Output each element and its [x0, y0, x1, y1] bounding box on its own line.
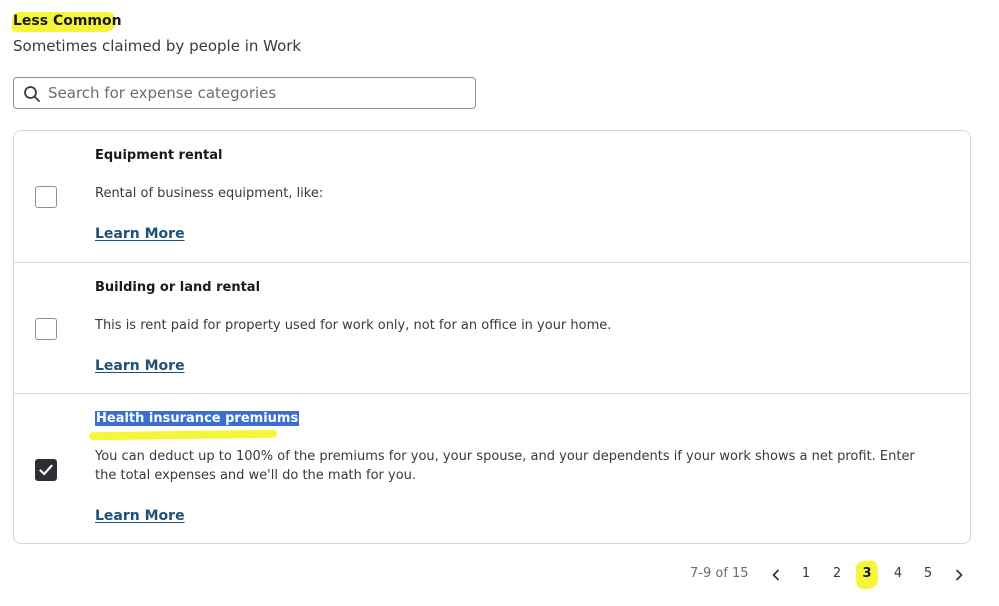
- search-icon: [23, 85, 41, 103]
- list-item: Health insurance premiums You can deduct…: [14, 393, 970, 543]
- page-2[interactable]: 2: [827, 564, 847, 584]
- section-subtitle: Sometimes claimed by people in Work: [13, 37, 302, 55]
- learn-more-link[interactable]: Learn More: [95, 506, 185, 526]
- page-range: 7-9 of 15: [690, 566, 749, 581]
- page-3-current[interactable]: 3: [857, 564, 877, 584]
- section-title: Less Common: [13, 13, 122, 29]
- item-description: You can deduct up to 100% of the premium…: [95, 449, 915, 483]
- learn-more-link[interactable]: Learn More: [95, 356, 185, 376]
- chevron-left-icon[interactable]: [766, 564, 786, 584]
- chevron-right-icon[interactable]: [949, 564, 969, 584]
- checkmark-icon: [39, 464, 53, 476]
- expense-category-list: Equipment rental Rental of business equi…: [13, 130, 971, 544]
- yellow-underline-mark: [88, 429, 278, 441]
- item-description: Rental of business equipment, like:: [95, 186, 324, 201]
- page-4[interactable]: 4: [888, 564, 908, 584]
- list-item: Building or land rental This is rent pai…: [14, 262, 970, 393]
- list-item: Equipment rental Rental of business equi…: [14, 131, 970, 262]
- search-box[interactable]: [13, 77, 476, 109]
- search-input[interactable]: [48, 78, 468, 108]
- item-title: Health insurance premiums: [95, 410, 300, 428]
- item-description: This is rent paid for property used for …: [95, 318, 612, 333]
- learn-more-link[interactable]: Learn More: [95, 224, 185, 244]
- item-title: Building or land rental: [95, 280, 261, 295]
- pagination: 7-9 of 15 1 2 3 4 5: [0, 560, 999, 590]
- section-header: Less Common: [10, 10, 122, 32]
- building-land-rental-checkbox[interactable]: [35, 318, 57, 340]
- selected-text: Health insurance premiums: [95, 411, 300, 426]
- equipment-rental-checkbox[interactable]: [35, 186, 57, 208]
- page-1[interactable]: 1: [796, 564, 816, 584]
- item-title: Equipment rental: [95, 148, 223, 163]
- page-5[interactable]: 5: [918, 564, 938, 584]
- health-insurance-checkbox[interactable]: [35, 459, 57, 481]
